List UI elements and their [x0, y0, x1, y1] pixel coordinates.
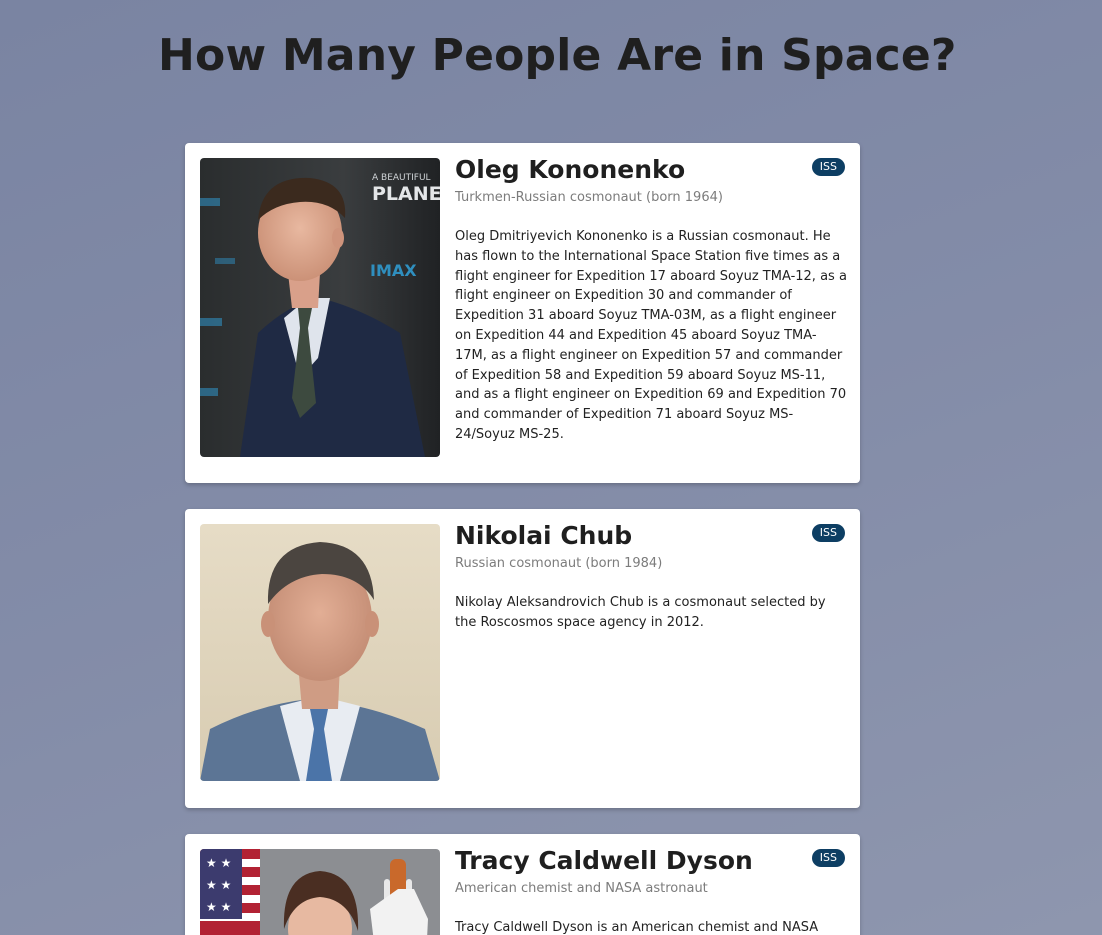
station-badge: ISS: [811, 849, 845, 867]
astronaut-photo: A BEAUTIFUL PLANET IMAX X: [200, 158, 440, 457]
astronaut-card: A BEAUTIFUL PLANET IMAX X Oleg Kononenko…: [185, 143, 860, 483]
astronaut-bio: Oleg Dmitriyevich Kononenko is a Russian…: [455, 229, 847, 442]
svg-text:★ ★: ★ ★: [206, 900, 231, 914]
station-badge: ISS: [811, 524, 845, 542]
nikolai-chub-portrait: [200, 524, 440, 781]
svg-text:★ ★: ★ ★: [206, 878, 231, 892]
astronaut-name: Nikolai Chub: [455, 521, 633, 550]
astronaut-info: Tracy Caldwell Dyson American chemist an…: [455, 844, 847, 935]
astronaut-subtitle: American chemist and NASA astronaut: [455, 881, 708, 896]
astronaut-photo: [200, 524, 440, 781]
svg-text:★ ★: ★ ★: [206, 856, 231, 870]
astronaut-name: Tracy Caldwell Dyson: [455, 846, 753, 875]
astronaut-card: Nikolai Chub Russian cosmonaut (born 198…: [185, 509, 860, 808]
astronaut-subtitle: Russian cosmonaut (born 1984): [455, 556, 663, 571]
astronaut-info: Oleg Kononenko Turkmen-Russian cosmonaut…: [455, 153, 847, 445]
astronaut-bio: Nikolay Aleksandrovich Chub is a cosmona…: [455, 595, 826, 630]
page-title: How Many People Are in Space?: [158, 30, 957, 81]
astronaut-card: ★ ★ ★ ★ ★ ★ Tracy Caldwell Dyson America…: [185, 834, 860, 935]
astronaut-name: Oleg Kononenko: [455, 155, 686, 184]
backdrop-text-line2: PLANET: [372, 183, 440, 205]
astronaut-info: Nikolai Chub Russian cosmonaut (born 198…: [455, 519, 847, 633]
oleg-kononenko-portrait: A BEAUTIFUL PLANET IMAX X: [200, 158, 440, 457]
backdrop-brand-text: IMAX: [370, 261, 417, 280]
tracy-caldwell-dyson-portrait: ★ ★ ★ ★ ★ ★: [200, 849, 440, 935]
station-badge: ISS: [811, 158, 845, 176]
astronaut-photo: ★ ★ ★ ★ ★ ★: [200, 849, 440, 935]
backdrop-text-line1: A BEAUTIFUL: [372, 173, 431, 183]
astronaut-subtitle: Turkmen-Russian cosmonaut (born 1964): [455, 190, 723, 205]
astronaut-bio: Tracy Caldwell Dyson is an American chem…: [455, 920, 819, 935]
